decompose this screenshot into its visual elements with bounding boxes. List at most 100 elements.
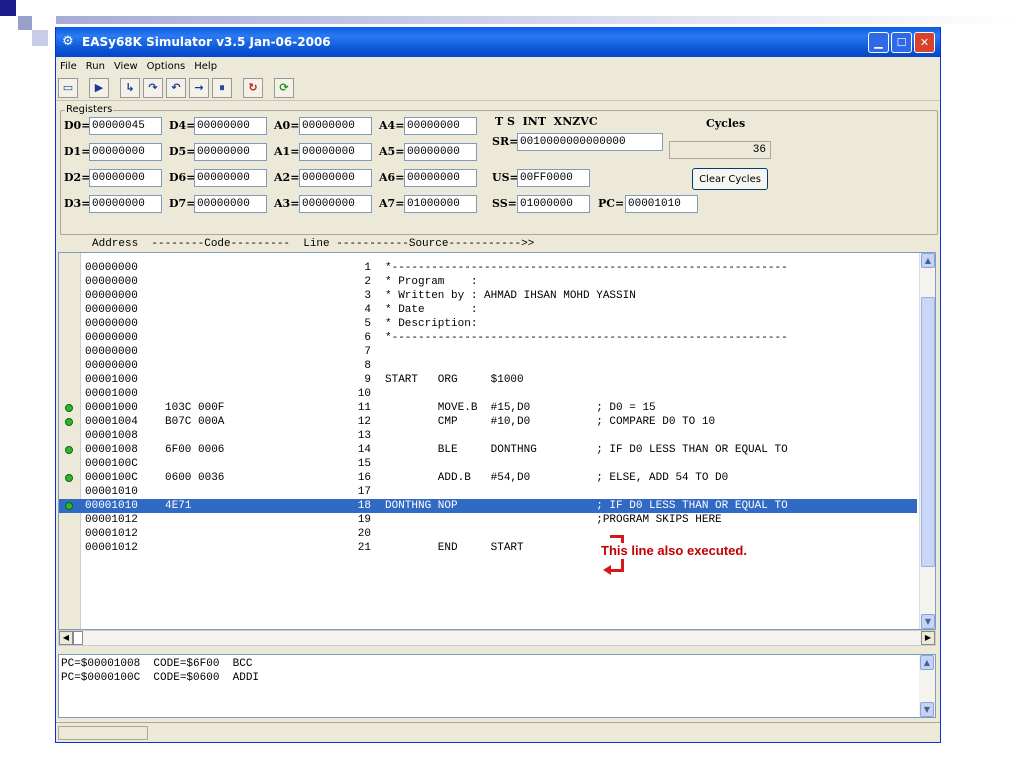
reg-a1-field[interactable]: 00000000 bbox=[299, 143, 372, 161]
scroll-down-icon[interactable]: ▼ bbox=[921, 614, 935, 629]
source-listing[interactable]: 00000000 1 *------------------------------… bbox=[58, 252, 936, 630]
scroll-right-icon[interactable]: ▶ bbox=[921, 631, 935, 645]
listing-row[interactable]: 00001004 B07C 000A 12 CMP #10,D0 ; COMPARE… bbox=[59, 415, 917, 429]
reg-a7-field[interactable]: 01000000 bbox=[404, 195, 477, 213]
status-flags-header: T S INT XNZVC bbox=[495, 115, 598, 128]
reg-a3-field[interactable]: 00000000 bbox=[299, 195, 372, 213]
listing-row[interactable]: 00001010 17 bbox=[59, 485, 917, 499]
listing-row[interactable]: 00001012 20 bbox=[59, 527, 917, 541]
reg-d4-field[interactable]: 00000000 bbox=[194, 117, 267, 135]
listing-row[interactable]: 00000000 6 *------------------------------… bbox=[59, 331, 917, 345]
listing-row[interactable]: 00001012 21 END START bbox=[59, 541, 917, 555]
listing-row[interactable]: 00000000 8 bbox=[59, 359, 917, 373]
breakpoint-dot-icon[interactable] bbox=[65, 418, 73, 426]
trace-output[interactable]: PC=$00001008 CODE=$6F00 BCC PC=$0000100C… bbox=[58, 654, 936, 718]
reg-d3-field[interactable]: 00000000 bbox=[89, 195, 162, 213]
clear-cycles-button[interactable]: Clear Cycles bbox=[692, 168, 768, 190]
scroll-thumb[interactable] bbox=[921, 297, 935, 567]
trace-line: PC=$00001008 CODE=$6F00 BCC bbox=[61, 658, 253, 670]
scroll-up-icon[interactable]: ▲ bbox=[921, 253, 935, 268]
menu-help[interactable]: Help bbox=[194, 61, 217, 72]
slide-decoration bbox=[32, 30, 48, 46]
row-line-number: 19 bbox=[357, 514, 371, 526]
row-line-number: 21 bbox=[357, 542, 371, 554]
listing-row[interactable]: 00001000 9 START ORG $1000 bbox=[59, 373, 917, 387]
scroll-down-icon[interactable]: ▼ bbox=[920, 702, 934, 717]
breakpoint-dot-icon[interactable] bbox=[65, 474, 73, 482]
maximize-button[interactable]: ☐ bbox=[891, 31, 912, 53]
slide-decoration bbox=[0, 0, 16, 16]
breakpoint-dot-icon[interactable] bbox=[65, 502, 73, 510]
reg-d2-field[interactable]: 00000000 bbox=[89, 169, 162, 187]
reset-icon[interactable]: ↻ bbox=[243, 77, 263, 98]
step-into-icon[interactable]: ↳ bbox=[120, 77, 140, 98]
open-folder-icon[interactable]: ▭ bbox=[58, 77, 78, 98]
row-address: 0000100C bbox=[85, 472, 138, 484]
row-address: 00000000 bbox=[85, 346, 138, 358]
breakpoint-dot-icon[interactable] bbox=[65, 404, 73, 412]
listing-row[interactable]: 00001012 19 ;PROGRAM SKIPS HERE bbox=[59, 513, 917, 527]
listing-row[interactable]: 00000000 7 bbox=[59, 345, 917, 359]
menu-file[interactable]: File bbox=[60, 61, 77, 72]
reg-a6-field[interactable]: 00000000 bbox=[404, 169, 477, 187]
output-vertical-scrollbar[interactable]: ▲ ▼ bbox=[919, 655, 935, 717]
menu-view[interactable]: View bbox=[114, 61, 138, 72]
reg-d5-field[interactable]: 00000000 bbox=[194, 143, 267, 161]
close-button[interactable]: ✕ bbox=[914, 31, 935, 53]
row-address: 00001000 bbox=[85, 402, 138, 414]
reg-a4-field[interactable]: 00000000 bbox=[404, 117, 477, 135]
reg-ss-field[interactable]: 01000000 bbox=[517, 195, 590, 213]
row-address: 00001012 bbox=[85, 542, 138, 554]
reg-a2-field[interactable]: 00000000 bbox=[299, 169, 372, 187]
row-source: ADD.B #54,D0 ; ELSE, ADD 54 TO D0 bbox=[385, 472, 729, 484]
reg-d0-field[interactable]: 00000045 bbox=[89, 117, 162, 135]
listing-row[interactable]: 00001000 103C 000F 11 MOVE.B #15,D0 ; D0 =… bbox=[59, 401, 917, 415]
row-code: 103C 000F bbox=[165, 402, 225, 414]
reload-icon[interactable]: ⟳ bbox=[274, 77, 294, 98]
pause-icon[interactable]: ⏸ bbox=[212, 77, 232, 98]
reg-d1-field[interactable]: 00000000 bbox=[89, 143, 162, 161]
step-over-icon[interactable]: ↷ bbox=[143, 77, 163, 98]
row-address: 00000000 bbox=[85, 332, 138, 344]
listing-column-header: Address --------Code--------- Line -----… bbox=[92, 238, 535, 250]
listing-row[interactable]: 00000000 4 * Date : bbox=[59, 303, 917, 317]
listing-row[interactable]: 00000000 2 * Program : bbox=[59, 275, 917, 289]
listing-row[interactable]: 0000100C 15 bbox=[59, 457, 917, 471]
run-to-cursor-icon[interactable]: → bbox=[189, 77, 209, 98]
reg-pc-field[interactable]: 00001010 bbox=[625, 195, 698, 213]
listing-row[interactable]: 00001008 13 bbox=[59, 429, 917, 443]
menu-run[interactable]: Run bbox=[86, 61, 105, 72]
listing-vertical-scrollbar[interactable]: ▲ ▼ bbox=[919, 253, 935, 629]
reg-a5-field[interactable]: 00000000 bbox=[404, 143, 477, 161]
run-icon[interactable]: ▶ bbox=[89, 77, 109, 98]
listing-row[interactable]: 00000000 5 * Description: bbox=[59, 317, 917, 331]
row-line-number: 7 bbox=[364, 346, 371, 358]
listing-row[interactable]: 00001010 4E71 18 DONTHNG NOP ; IF D0 LESS T… bbox=[59, 499, 917, 513]
row-line-number: 16 bbox=[357, 472, 371, 484]
row-line-number: 20 bbox=[357, 528, 371, 540]
listing-row[interactable]: 0000100C 0600 0036 16 ADD.B #54,D0 ; ELSE,… bbox=[59, 471, 917, 485]
minimize-button[interactable]: ▁ bbox=[868, 31, 889, 53]
menu-bar: File Run View Options Help bbox=[56, 57, 940, 75]
listing-row[interactable]: 00000000 3 * Written by : AHMAD IHSAN MOHD… bbox=[59, 289, 917, 303]
breakpoint-dot-icon[interactable] bbox=[65, 446, 73, 454]
row-source: DONTHNG NOP ; IF D0 LESS THAN OR EQUAL T… bbox=[385, 500, 788, 512]
listing-horizontal-scrollbar[interactable]: ◀ ▶ bbox=[58, 630, 936, 646]
listing-row[interactable]: 00001008 6F00 0006 14 BLE DONTHNG ; IF D0 … bbox=[59, 443, 917, 457]
row-address: 00001000 bbox=[85, 388, 138, 400]
trace-icon[interactable]: ↶ bbox=[166, 77, 186, 98]
reg-a0-field[interactable]: 00000000 bbox=[299, 117, 372, 135]
reg-us-field[interactable]: 00FF0000 bbox=[517, 169, 590, 187]
slide-header-bar bbox=[56, 16, 1016, 24]
reg-d7-field[interactable]: 00000000 bbox=[194, 195, 267, 213]
reg-d6-field[interactable]: 00000000 bbox=[194, 169, 267, 187]
reg-label-a7: A7= bbox=[379, 197, 405, 210]
hscroll-thumb[interactable] bbox=[73, 631, 83, 645]
listing-row[interactable]: 00001000 10 bbox=[59, 387, 917, 401]
listing-row[interactable]: 00000000 1 *------------------------------… bbox=[59, 261, 917, 275]
scroll-left-icon[interactable]: ◀ bbox=[59, 631, 73, 645]
scroll-up-icon[interactable]: ▲ bbox=[920, 655, 934, 670]
row-line-number: 15 bbox=[357, 458, 371, 470]
reg-sr-field[interactable]: 0010000000000000 bbox=[517, 133, 663, 151]
menu-options[interactable]: Options bbox=[147, 61, 186, 72]
